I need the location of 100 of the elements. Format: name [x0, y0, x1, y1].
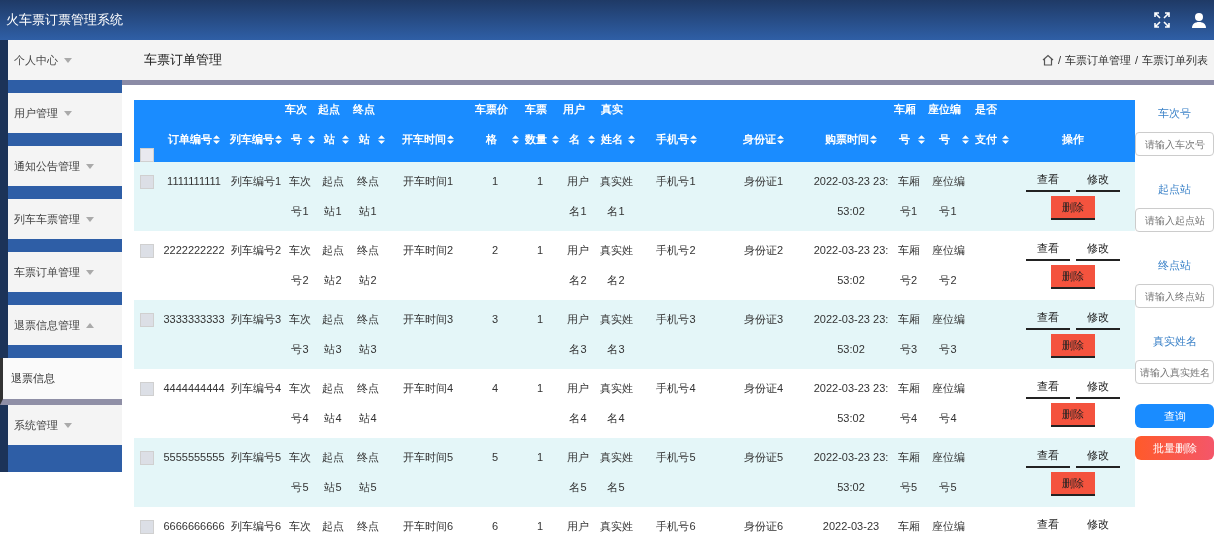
search-field[interactable]: 请输入终点站	[1135, 284, 1214, 308]
column-header: 车厢号	[892, 102, 917, 147]
sort-icon[interactable]	[512, 135, 519, 144]
sidebar-item[interactable]: 车票订单管理	[8, 252, 122, 292]
edit-button[interactable]: 修改	[1075, 444, 1120, 468]
table-cell: 开车时间6	[402, 520, 454, 532]
sidebar-item[interactable]: 系统管理	[8, 405, 122, 445]
caret-icon	[64, 422, 72, 428]
breadcrumb-item[interactable]: 车票订单管理	[1064, 52, 1131, 68]
column-header: 购票时间	[825, 132, 869, 147]
sort-icon[interactable]	[628, 135, 635, 144]
table-cell: 2022-03-23 23:53:02	[813, 175, 889, 217]
sort-icon[interactable]	[777, 135, 784, 144]
table-cell: 开车时间5	[402, 451, 454, 463]
table-cell: 列车编号3	[230, 313, 282, 325]
table-cell: 1	[536, 244, 544, 256]
table-cell: 手机号1	[656, 175, 696, 187]
sort-icon[interactable]	[342, 135, 349, 144]
view-button[interactable]: 查看	[1025, 513, 1070, 535]
delete-button[interactable]: 删除	[1050, 196, 1095, 220]
table-cell: 手机号6	[656, 520, 696, 532]
table-cell: 座位编号1	[931, 175, 965, 217]
delete-button[interactable]: 删除	[1050, 265, 1095, 289]
table-cell: 车厢号4	[897, 382, 920, 424]
page-title: 车票订单管理	[144, 51, 222, 69]
table-cell: 车次号4	[289, 382, 311, 424]
row-checkbox[interactable]	[140, 520, 154, 535]
table-cell: 1111111111	[167, 175, 221, 187]
table-cell: 3	[491, 313, 499, 325]
table-cell: 终点站3	[357, 313, 379, 355]
table-cell: 车次	[289, 520, 311, 532]
edit-button[interactable]: 修改	[1075, 168, 1120, 192]
edit-button[interactable]: 修改	[1075, 237, 1120, 261]
table-cell: 身份证2	[743, 244, 784, 256]
view-button[interactable]: 查看	[1025, 237, 1070, 261]
sort-icon[interactable]	[275, 135, 282, 144]
sidebar-item[interactable]: 通知公告管理	[8, 146, 122, 186]
view-button[interactable]: 查看	[1025, 375, 1070, 399]
delete-button[interactable]: 删除	[1050, 403, 1095, 427]
row-checkbox[interactable]	[140, 382, 154, 397]
sort-icon[interactable]	[918, 135, 925, 144]
caret-icon	[86, 216, 94, 222]
row-checkbox[interactable]	[140, 244, 154, 259]
row-checkbox[interactable]	[140, 175, 154, 190]
delete-button[interactable]: 删除	[1050, 472, 1095, 496]
table-cell: 身份证3	[743, 313, 784, 325]
view-button[interactable]: 查看	[1025, 444, 1070, 468]
column-header: 起点站	[317, 102, 341, 147]
edit-button[interactable]: 修改	[1075, 513, 1120, 535]
sidebar-item[interactable]: 列车车票管理	[8, 199, 122, 239]
edit-button[interactable]: 修改	[1075, 375, 1120, 399]
table-cell: 开车时间2	[402, 244, 454, 256]
table-cell: 列车编号2	[230, 244, 282, 256]
view-button[interactable]: 查看	[1025, 168, 1070, 192]
sort-icon[interactable]	[447, 135, 454, 144]
home-icon[interactable]	[1041, 54, 1054, 66]
sort-icon[interactable]	[962, 135, 969, 144]
table-cell: 手机号5	[656, 451, 696, 463]
search-field[interactable]: 请输入起点站	[1135, 208, 1214, 232]
sidebar-subitem[interactable]: 退票信息	[0, 358, 122, 405]
sort-icon[interactable]	[870, 135, 877, 144]
table-cell: 5	[491, 451, 499, 463]
delete-button[interactable]: 删除	[1050, 334, 1095, 358]
sort-icon[interactable]	[308, 135, 315, 144]
breadcrumb-item[interactable]: 车票订单列表	[1142, 52, 1208, 68]
table-cell: 1	[536, 382, 544, 394]
sort-icon[interactable]	[552, 135, 559, 144]
row-checkbox[interactable]	[140, 451, 154, 466]
select-all-checkbox[interactable]	[140, 148, 154, 162]
field-label: 真实姓名	[1151, 334, 1198, 349]
caret-icon	[64, 110, 72, 116]
caret-icon	[86, 322, 94, 328]
sidebar-item[interactable]: 退票信息管理	[8, 305, 122, 345]
table-cell: 车次号1	[289, 175, 311, 217]
edit-button[interactable]: 修改	[1075, 306, 1120, 330]
table-cell: 1	[536, 175, 544, 187]
table-cell: 真实姓名4	[599, 382, 633, 424]
search-field[interactable]: 请输入车次号	[1135, 132, 1214, 156]
search-field[interactable]: 请输入真实姓名	[1135, 360, 1214, 384]
column-header: 车次号	[285, 102, 307, 147]
sort-icon[interactable]	[213, 135, 220, 144]
table-cell: 身份证4	[743, 382, 784, 394]
table-cell: 用户名4	[567, 382, 589, 424]
sort-icon[interactable]	[689, 135, 697, 144]
table-cell: 起点站3	[322, 313, 344, 355]
sidebar-item[interactable]: 用户管理	[8, 93, 122, 133]
sort-icon[interactable]	[588, 135, 595, 144]
column-header: 身份证	[743, 132, 776, 147]
table-cell: 真实姓名1	[599, 175, 633, 217]
fullscreen-icon[interactable]	[1154, 12, 1170, 28]
caret-icon	[86, 269, 94, 275]
sidebar-item[interactable]: 个人中心	[8, 40, 122, 80]
user-icon[interactable]	[1190, 11, 1208, 29]
view-button[interactable]: 查看	[1025, 306, 1070, 330]
sort-icon[interactable]	[378, 135, 385, 144]
row-checkbox[interactable]	[140, 313, 154, 328]
sort-icon[interactable]	[1002, 135, 1009, 144]
table-cell: 2022-03-23	[822, 520, 880, 532]
column-header: 座位编号	[927, 102, 961, 147]
table-cell: 1	[536, 520, 544, 532]
